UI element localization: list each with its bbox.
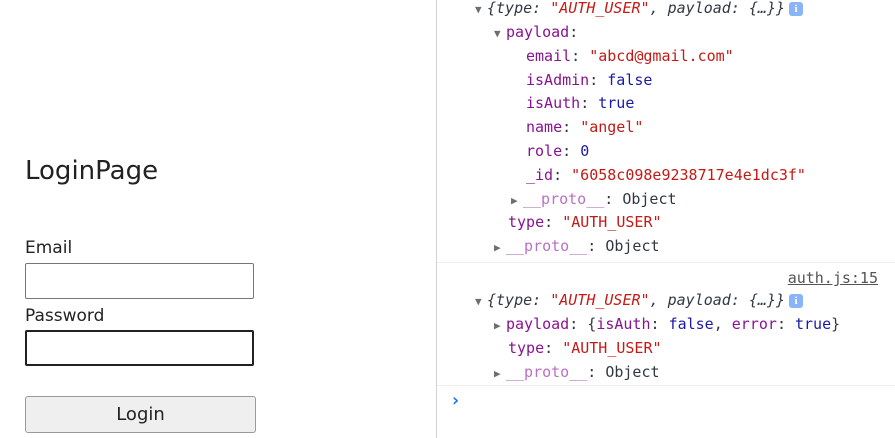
role-property: role: 0: [526, 142, 590, 160]
type-property: type: "AUTH_USER": [508, 339, 662, 357]
expanded-triangle-icon[interactable]: ▼: [475, 0, 487, 21]
outer-proto-row[interactable]: ▶ __proto__: Object: [494, 235, 660, 257]
expanded-triangle-icon[interactable]: ▼: [475, 291, 487, 313]
collapsed-triangle-icon[interactable]: ▶: [494, 363, 506, 385]
collapsed-triangle-icon[interactable]: ▶: [494, 315, 506, 337]
name-property: name: "angel": [526, 118, 644, 136]
isAdmin-property: isAdmin: false: [526, 71, 653, 89]
email-property: email: "abcd@gmail.com": [526, 47, 734, 65]
outer-proto-row[interactable]: ▶ __proto__: Object: [494, 361, 660, 383]
console-entry-1-summary[interactable]: ▼ {type: "AUTH_USER", payload: {…}} i: [475, 0, 804, 21]
console-prompt-icon[interactable]: ›: [450, 390, 461, 411]
login-page: LoginPage Email Password Login: [0, 0, 436, 438]
type-property: type: "AUTH_USER": [508, 213, 662, 231]
password-label: Password: [25, 306, 105, 326]
email-input[interactable]: [25, 263, 254, 299]
collapsed-triangle-icon[interactable]: ▶: [511, 190, 523, 212]
info-icon[interactable]: i: [789, 1, 804, 16]
devtools-console: ▼ {type: "AUTH_USER", payload: {…}} i ▼ pay…: [437, 0, 895, 438]
password-input[interactable]: [25, 330, 254, 366]
info-icon[interactable]: i: [789, 293, 804, 308]
isAuth-property: isAuth: true: [526, 94, 635, 112]
payload-row[interactable]: ▼ payload:: [494, 21, 578, 43]
expanded-triangle-icon[interactable]: ▼: [494, 23, 506, 45]
id-property: _id: "6058c098e9238717e4e1dc3f": [526, 166, 806, 184]
console-separator: [437, 385, 895, 386]
payload-proto-row[interactable]: ▶ __proto__: Object: [511, 188, 677, 210]
console-separator: [437, 262, 895, 263]
collapsed-triangle-icon[interactable]: ▶: [494, 237, 506, 259]
email-label: Email: [25, 238, 73, 258]
payload-collapsed-row[interactable]: ▶ payload: {isAuth: false, error: true}: [494, 313, 840, 335]
console-entry-2-summary[interactable]: ▼ {type: "AUTH_USER", payload: {…}} i: [475, 289, 804, 313]
login-button[interactable]: Login: [25, 396, 256, 433]
source-link[interactable]: auth.js:15: [788, 269, 878, 287]
page-title: LoginPage: [25, 156, 159, 186]
